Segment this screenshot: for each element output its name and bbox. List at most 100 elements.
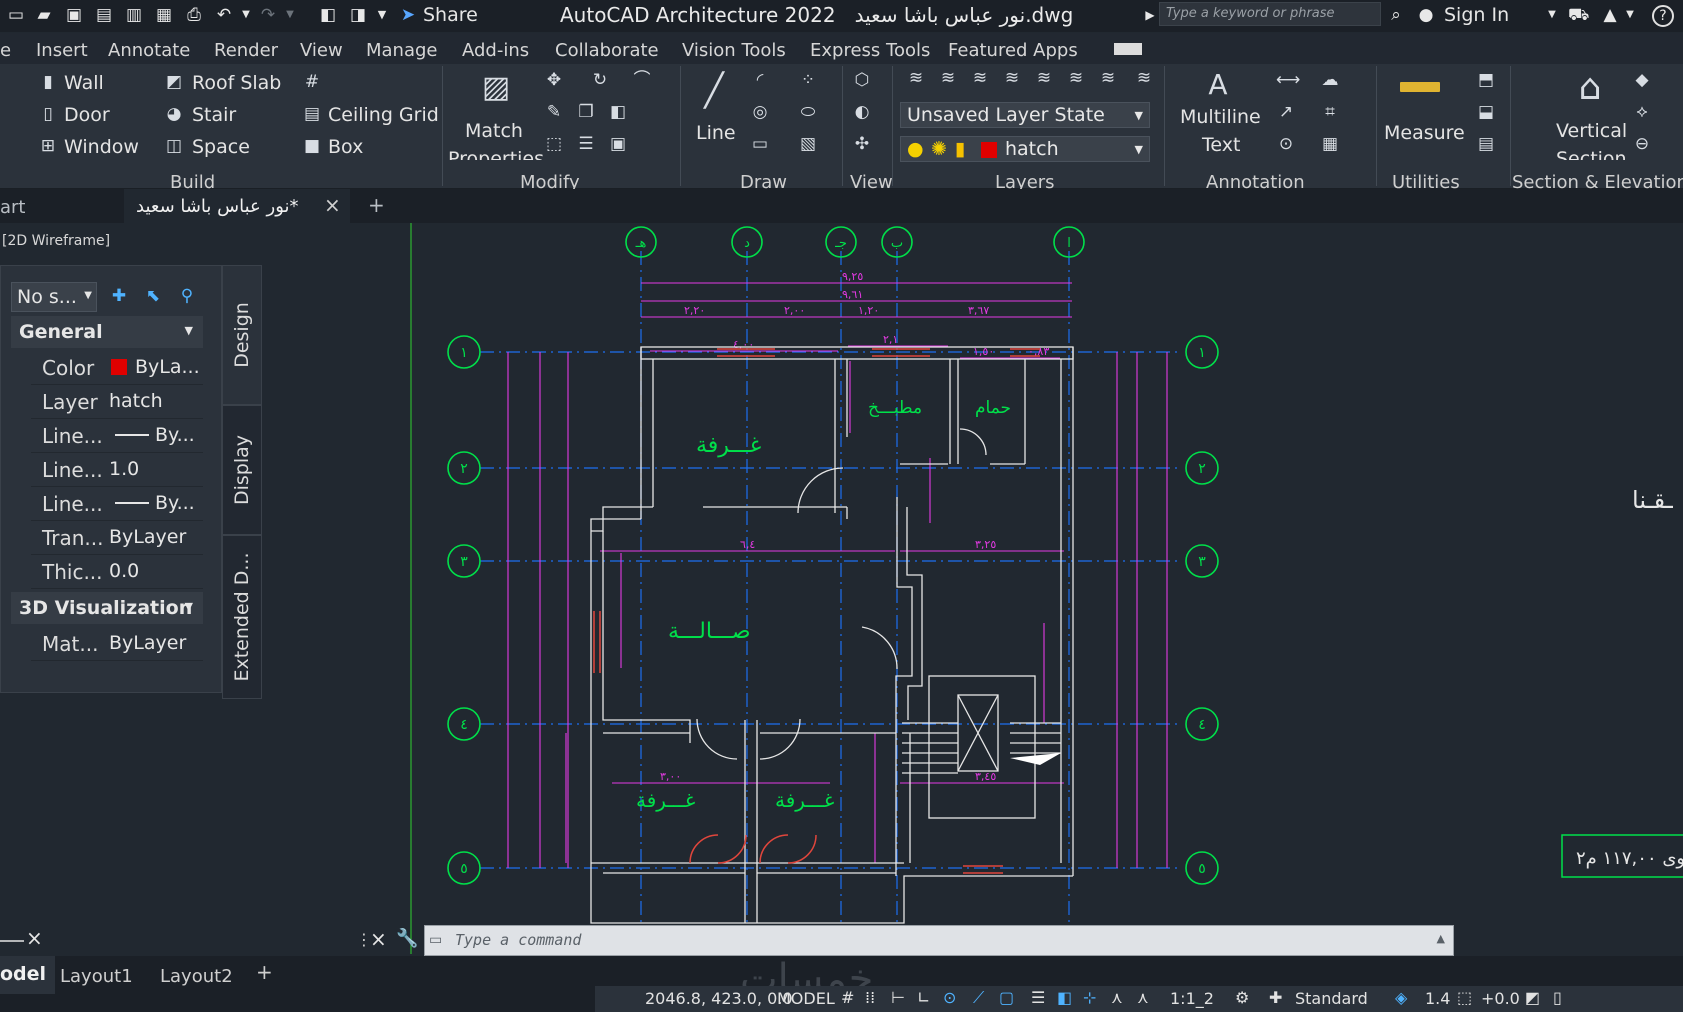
elevation-icon[interactable]: ⬚ — [1457, 988, 1472, 1007]
workspace-gear-icon[interactable]: ⚙ — [1235, 988, 1249, 1007]
selection-dropdown[interactable]: No s... ▼ — [11, 282, 97, 312]
search-expand-icon[interactable]: ▶ — [1140, 5, 1160, 25]
new-tab-icon[interactable]: + — [368, 193, 385, 217]
a360-dropdown-icon[interactable]: ▼ — [1620, 5, 1640, 25]
grid-icon[interactable]: # — [302, 72, 322, 92]
layer-walk-icon[interactable]: ≋ — [1098, 68, 1118, 88]
calculator-icon[interactable]: ▤ — [1476, 134, 1496, 154]
export-icon[interactable]: ▦ — [154, 5, 174, 25]
tab-render[interactable]: Render — [214, 40, 278, 61]
layer-merge-icon[interactable]: ≋ — [1134, 68, 1154, 88]
prop-row-lineweight[interactable]: Line... By... — [31, 486, 203, 521]
hardware-acceleration-icon[interactable]: ▯ — [1553, 988, 1562, 1007]
command-line[interactable]: ▭ Type a command ▲ — [424, 925, 1454, 956]
tab-manage[interactable]: Manage — [366, 40, 438, 61]
close-command-icon[interactable]: × — [370, 927, 387, 951]
sign-in-dropdown-icon[interactable]: ▼ — [1542, 5, 1562, 25]
redo-dropdown-icon[interactable]: ▼ — [280, 5, 300, 25]
multiline-text-button[interactable]: Multiline — [1180, 106, 1261, 128]
scale-icon[interactable]: ⬚ — [544, 134, 564, 154]
project-browser-icon[interactable]: ◨ — [348, 5, 368, 25]
layout1-tab[interactable]: Layout1 — [60, 966, 133, 987]
annotation-scale[interactable]: 1:1_2 — [1170, 989, 1214, 1008]
prop-row-layer[interactable]: Layer hatch — [31, 384, 203, 419]
save-to-web-icon[interactable]: ▥ — [124, 5, 144, 25]
start-tab[interactable]: art — [0, 197, 26, 218]
add-layout-icon[interactable]: + — [256, 960, 273, 984]
command-input[interactable]: Type a command — [455, 931, 581, 949]
hatch-icon[interactable]: ▧ — [798, 134, 818, 154]
circle-icon[interactable]: ◎ — [750, 102, 770, 122]
measure-button[interactable]: Measure — [1384, 122, 1465, 144]
cut-plane-value[interactable]: 1.4 — [1425, 989, 1450, 1008]
door-button[interactable]: Door — [64, 104, 110, 126]
help-icon[interactable]: ? — [1652, 5, 1674, 27]
chevron-up-icon[interactable]: ▲ — [1437, 932, 1445, 945]
tab-featured-apps[interactable]: Featured Apps — [948, 40, 1078, 61]
toggle-pickadd-icon[interactable]: ✚ — [109, 286, 129, 306]
array-icon[interactable]: ☰ — [576, 134, 596, 154]
box-3d-icon[interactable]: ◆ — [1632, 70, 1652, 90]
layer-freeze-icon[interactable]: ≋ — [1002, 68, 1022, 88]
tab-insert[interactable]: Insert — [36, 40, 88, 61]
erase-icon[interactable]: ✎ — [544, 102, 564, 122]
tab-collaborate[interactable]: Collaborate — [555, 40, 659, 61]
model-space-button[interactable]: MODEL — [777, 989, 835, 1008]
elevation-offset[interactable]: +0.0 — [1481, 989, 1520, 1008]
search-icon[interactable]: ⌕ — [1386, 5, 1406, 25]
roof-slab-button[interactable]: Roof Slab — [192, 72, 281, 94]
line-button[interactable]: Line — [696, 122, 736, 144]
ribbon-state-icon[interactable] — [1114, 43, 1142, 55]
transparency-icon[interactable]: ◧ — [1057, 988, 1072, 1007]
prop-row-thickness[interactable]: Thic... 0.0 — [31, 554, 203, 589]
redo-icon[interactable]: ↷ — [258, 5, 278, 25]
share-icon[interactable]: ➤ — [398, 5, 418, 25]
prop-row-material[interactable]: Mat... ByLayer — [31, 626, 203, 661]
cart-icon[interactable]: ⛟ — [1568, 5, 1589, 25]
layer-isolate-icon[interactable]: ≋ — [938, 68, 958, 88]
tab-express-tools[interactable]: Express Tools — [810, 40, 930, 61]
tab-extended-data[interactable]: Extended D... — [222, 535, 262, 699]
quick-select-icon[interactable]: ⬒ — [1476, 70, 1496, 90]
general-section-header[interactable]: General ▼ — [11, 316, 203, 348]
rectangle-icon[interactable]: ▭ — [750, 134, 770, 154]
stair-button[interactable]: Stair — [192, 104, 236, 126]
arc-icon[interactable]: ◜ — [750, 70, 770, 90]
save-as-icon[interactable]: ▤ — [94, 5, 114, 25]
ortho-mode-icon[interactable]: ∟ — [917, 988, 930, 1007]
tag-icon[interactable]: ⌗ — [1320, 102, 1340, 122]
infer-constraints-icon[interactable]: ⊢ — [891, 988, 905, 1007]
mirror-icon[interactable]: ◧ — [608, 102, 628, 122]
grid-display-icon[interactable]: # — [841, 988, 854, 1007]
space-button[interactable]: Space — [192, 136, 250, 158]
polar-tracking-icon[interactable]: ⊙ — [943, 988, 956, 1007]
select-similar-icon[interactable]: ⬓ — [1476, 102, 1496, 122]
wall-button[interactable]: Wall — [64, 72, 104, 94]
table-icon[interactable]: ▦ — [1320, 134, 1340, 154]
new-file-icon[interactable]: ▭ — [6, 5, 26, 25]
drawing-viewport[interactable]: [2D Wireframe] ٩,٢٥ ٩,٦١ ٢,٢٠ ٢,٠٠ ١,٢٠ … — [0, 223, 1683, 954]
model-tab[interactable]: odel — [0, 956, 55, 994]
revision-cloud-icon[interactable]: ☁ — [1320, 70, 1340, 90]
layer-properties-icon[interactable]: ≋ — [906, 68, 926, 88]
prop-row-transparency[interactable]: Tran... ByLayer — [31, 520, 203, 555]
lineweight-icon[interactable]: ☰ — [1031, 988, 1045, 1007]
layers-stack-icon[interactable]: ◈ — [1395, 988, 1407, 1007]
layer-lock-icon[interactable]: ≋ — [1034, 68, 1054, 88]
match-properties-button[interactable]: Match — [465, 120, 523, 142]
window-button[interactable]: Window — [64, 136, 139, 158]
customize-icon[interactable]: 🔧 — [396, 928, 418, 949]
open-folder-icon[interactable]: ▰ — [34, 5, 54, 25]
isodraft-icon[interactable]: ⟋ — [973, 988, 984, 1008]
command-history-icon[interactable]: ▭ — [429, 932, 442, 948]
layer-off-icon[interactable]: ≋ — [970, 68, 990, 88]
layer-state-dropdown[interactable]: Unsaved Layer State ▼ — [900, 102, 1150, 128]
layout2-tab[interactable]: Layout2 — [160, 966, 233, 987]
selection-cycling-icon[interactable]: ⊹ — [1083, 988, 1096, 1007]
prop-row-linetype[interactable]: Line... By... — [31, 418, 203, 453]
tab-vision-tools[interactable]: Vision Tools — [682, 40, 786, 61]
ceiling-grid-button[interactable]: Ceiling Grid — [328, 104, 439, 126]
coordinates-readout[interactable]: 2046.8, 423.0, 0.0 — [645, 989, 793, 1008]
a360-icon[interactable]: ▲ — [1600, 5, 1620, 25]
dimension-icon[interactable]: ⟷ — [1276, 70, 1300, 90]
